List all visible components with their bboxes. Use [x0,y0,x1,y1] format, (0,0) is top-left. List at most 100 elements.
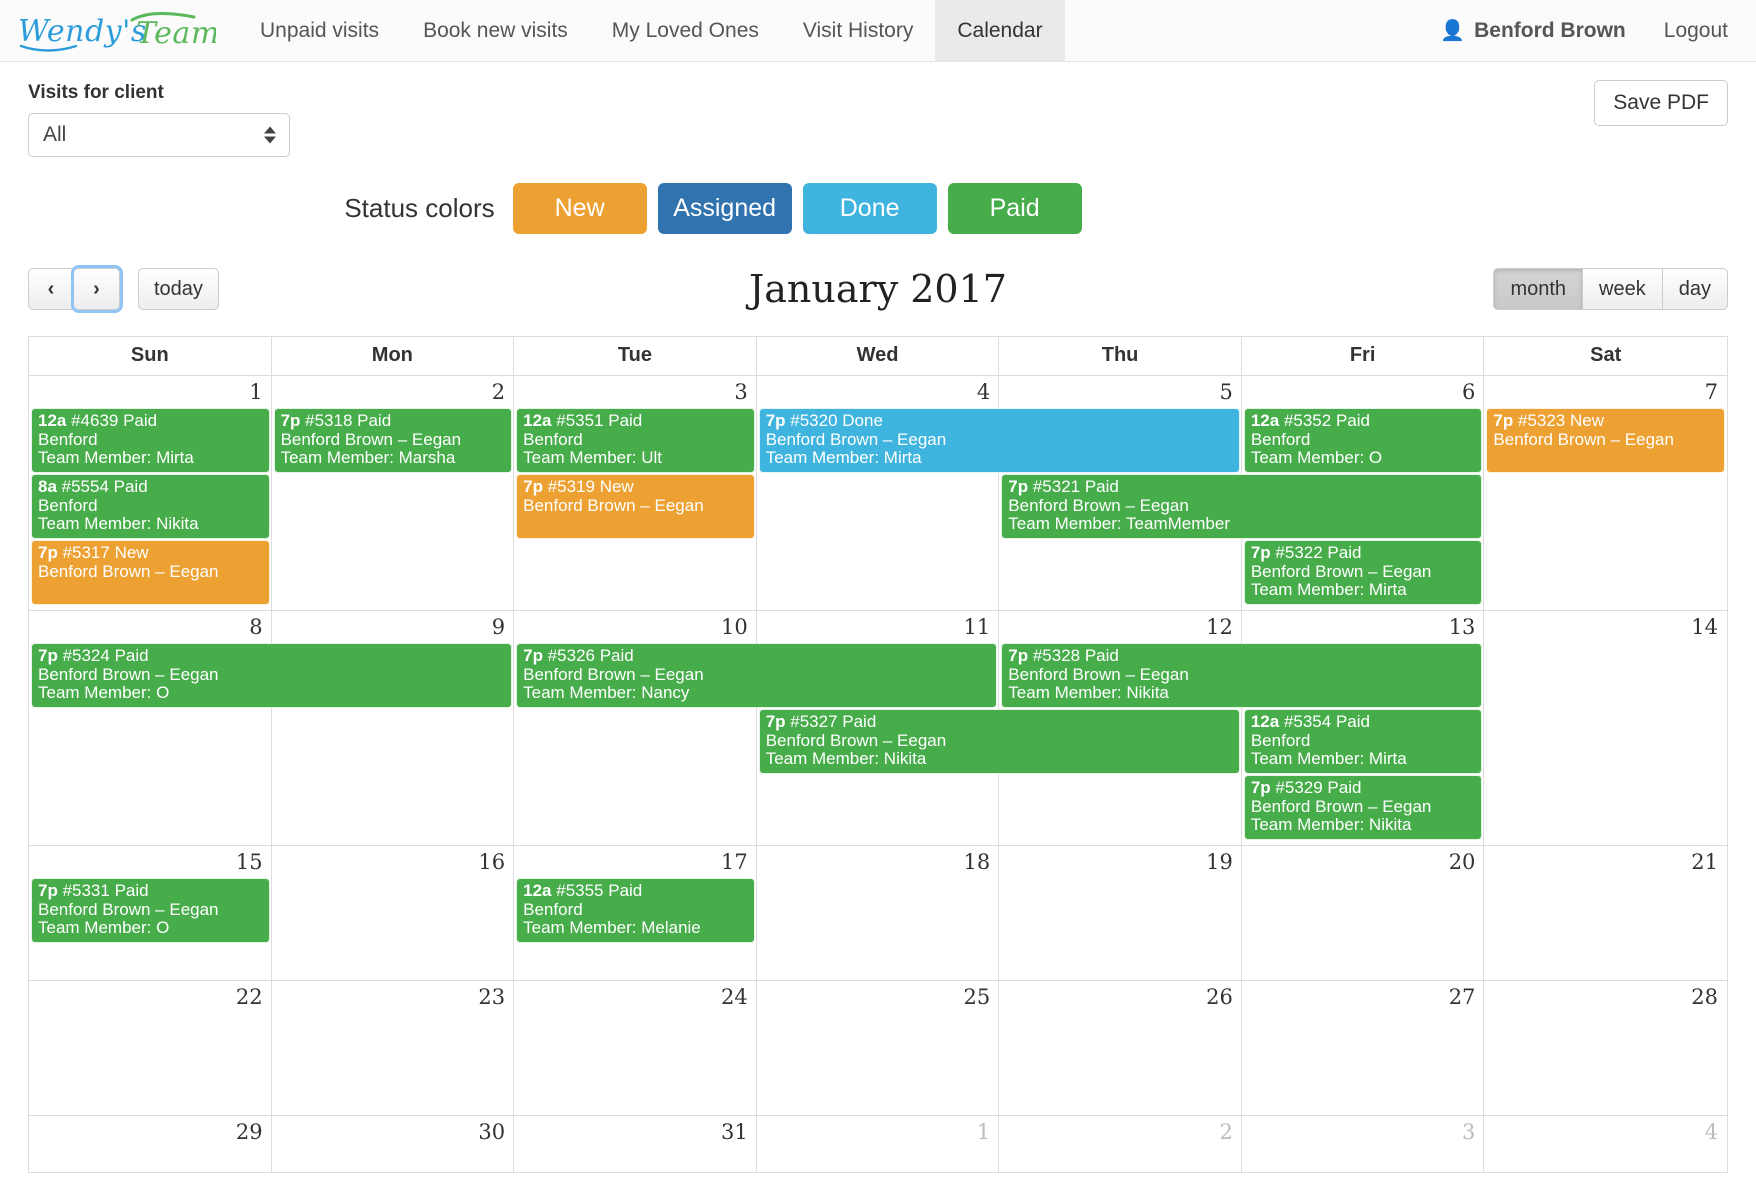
day-number[interactable]: 4 [1484,1116,1727,1147]
day-number[interactable]: 21 [1484,846,1727,877]
day-number[interactable]: 17 [514,846,757,877]
day-number[interactable]: 16 [272,846,515,877]
calendar-event[interactable]: 7p #5318 Paid Benford Brown – Eegan Team M… [273,408,513,474]
week-events: 12a #4639 Paid Benford Team Member: Mirta 7… [29,407,1727,610]
calendar-event[interactable]: 12a #5351 Paid Benford Team Member: Ult [516,408,755,474]
day-number[interactable]: 6 [1242,376,1485,407]
week-events [29,1147,1727,1152]
nav-item-unpaid-visits[interactable]: Unpaid visits [238,0,401,61]
event-time: 12a [1250,411,1280,430]
status-button-paid[interactable]: Paid [947,183,1082,234]
day-number[interactable]: 1 [757,1116,1000,1147]
view-button-week[interactable]: week [1583,268,1663,310]
week-events: 7p #5324 Paid Benford Brown – Eegan Team M… [29,642,1727,845]
day-number[interactable]: 8 [29,611,272,642]
event-title: 7p #5319 New [523,477,634,497]
event-client: Benford [523,899,583,919]
day-number[interactable]: 14 [1484,611,1727,642]
next-month-button[interactable]: › [71,265,123,313]
day-number[interactable]: 25 [757,981,1000,1012]
user-menu[interactable]: 👤 Benford Brown [1420,0,1646,61]
calendar-event[interactable]: 7p #5328 Paid Benford Brown – Eegan Team M… [1001,643,1483,709]
calendar-event[interactable]: 7p #5329 Paid Benford Brown – Eegan Team M… [1243,775,1483,841]
day-number[interactable]: 2 [272,376,515,407]
day-number[interactable]: 10 [514,611,757,642]
day-number[interactable]: 27 [1242,981,1485,1012]
calendar-event[interactable]: 7p #5327 Paid Benford Brown – Eegan Team M… [758,709,1240,775]
event-title: 12a #4639 Paid [38,411,158,430]
day-number[interactable]: 12 [999,611,1242,642]
event-client: Benford [1250,730,1311,750]
status-button-new[interactable]: New [512,183,647,234]
calendar-event[interactable]: 12a #5354 Paid Benford Team Member: Mirta [1243,709,1483,775]
event-title: 7p #5328 Paid [1008,646,1119,666]
day-number[interactable]: 2 [999,1116,1242,1147]
calendar-event[interactable]: 7p #5317 New Benford Brown – Eegan [31,540,270,606]
day-number[interactable]: 3 [514,376,757,407]
day-number[interactable]: 11 [757,611,1000,642]
calendar-event[interactable]: 12a #5355 Paid Benford Team Member: Melani… [516,878,755,944]
day-number[interactable]: 24 [514,981,757,1012]
nav-item-calendar[interactable]: Calendar [935,0,1065,61]
status-button-assigned[interactable]: Assigned [657,183,792,234]
today-button[interactable]: today [138,268,219,310]
day-number[interactable]: 15 [29,846,272,877]
event-time: 7p [1493,411,1514,430]
calendar-event[interactable]: 8a #5554 Paid Benford Team Member: Nikita [31,474,270,540]
calendar-event[interactable]: 7p #5320 Done Benford Brown – Eegan Team M… [758,408,1240,474]
view-button-month[interactable]: month [1493,268,1584,310]
save-pdf-button[interactable]: Save PDF [1594,80,1728,126]
event-time: 7p [280,411,301,430]
day-number[interactable]: 20 [1242,846,1485,877]
brand-logo[interactable]: Wendy's Team [0,0,238,61]
day-number[interactable]: 31 [514,1116,757,1147]
calendar-event[interactable]: 7p #5322 Paid Benford Brown – Eegan Team M… [1243,540,1483,606]
day-number[interactable]: 9 [272,611,515,642]
day-number[interactable]: 18 [757,846,1000,877]
client-select[interactable]: All [28,113,290,157]
day-number[interactable]: 3 [1242,1116,1485,1147]
day-number[interactable]: 5 [999,376,1242,407]
day-header-sat: Sat [1590,344,1622,366]
day-number[interactable]: 26 [999,981,1242,1012]
prev-month-button[interactable]: ‹ [28,268,74,310]
week-events [29,1012,1727,1017]
calendar-event[interactable]: 7p #5331 Paid Benford Brown – Eegan Team M… [31,878,270,944]
logout-link[interactable]: Logout [1646,0,1746,61]
day-number[interactable]: 22 [29,981,272,1012]
calendar-view-switcher: month week day [1493,268,1728,310]
day-number[interactable]: 13 [1242,611,1485,642]
calendar-event[interactable]: 7p #5323 New Benford Brown – Eegan [1486,408,1725,474]
nav-right-group: 👤 Benford Brown Logout [1420,0,1756,61]
day-number[interactable]: 1 [29,376,272,407]
day-number[interactable]: 30 [272,1116,515,1147]
event-team-member: Team Member: Melanie [523,918,701,938]
calendar-toolbar: ‹ › today January 2017 month week day [28,256,1728,322]
day-number[interactable]: 19 [999,846,1242,877]
day-number[interactable]: 29 [29,1116,272,1147]
week-events: 7p #5331 Paid Benford Brown – Eegan Team M… [29,877,1727,948]
event-title: 7p #5323 New [1493,411,1604,430]
day-number-row: 29 30 31 1 2 3 4 [29,1116,1727,1147]
event-time: 7p [765,712,786,732]
view-button-day[interactable]: day [1662,268,1728,310]
day-number[interactable]: 4 [757,376,1000,407]
svg-text:Team: Team [136,16,216,51]
calendar-event[interactable]: 7p #5319 New Benford Brown – Eegan [516,474,755,540]
nav-item-book-new-visits[interactable]: Book new visits [401,0,590,61]
nav-item-my-loved-ones[interactable]: My Loved Ones [590,0,781,61]
calendar-nav-group: ‹ › [28,265,123,313]
day-number[interactable]: 7 [1484,376,1727,407]
status-button-done[interactable]: Done [802,183,937,234]
day-number[interactable]: 23 [272,981,515,1012]
event-title: 12a #5355 Paid [523,881,643,901]
calendar-event[interactable]: 7p #5321 Paid Benford Brown – Eegan Team M… [1001,474,1483,540]
calendar-event[interactable]: 12a #5352 Paid Benford Team Member: O [1243,408,1483,474]
day-header-thu: Thu [999,337,1242,375]
calendar-event[interactable]: 12a #4639 Paid Benford Team Member: Mirta [31,408,270,474]
calendar-event[interactable]: 7p #5326 Paid Benford Brown – Eegan Team M… [516,643,998,709]
day-number[interactable]: 28 [1484,981,1727,1012]
calendar-title: January 2017 [749,267,1007,311]
nav-item-visit-history[interactable]: Visit History [781,0,935,61]
calendar-event[interactable]: 7p #5324 Paid Benford Brown – Eegan Team M… [31,643,513,709]
